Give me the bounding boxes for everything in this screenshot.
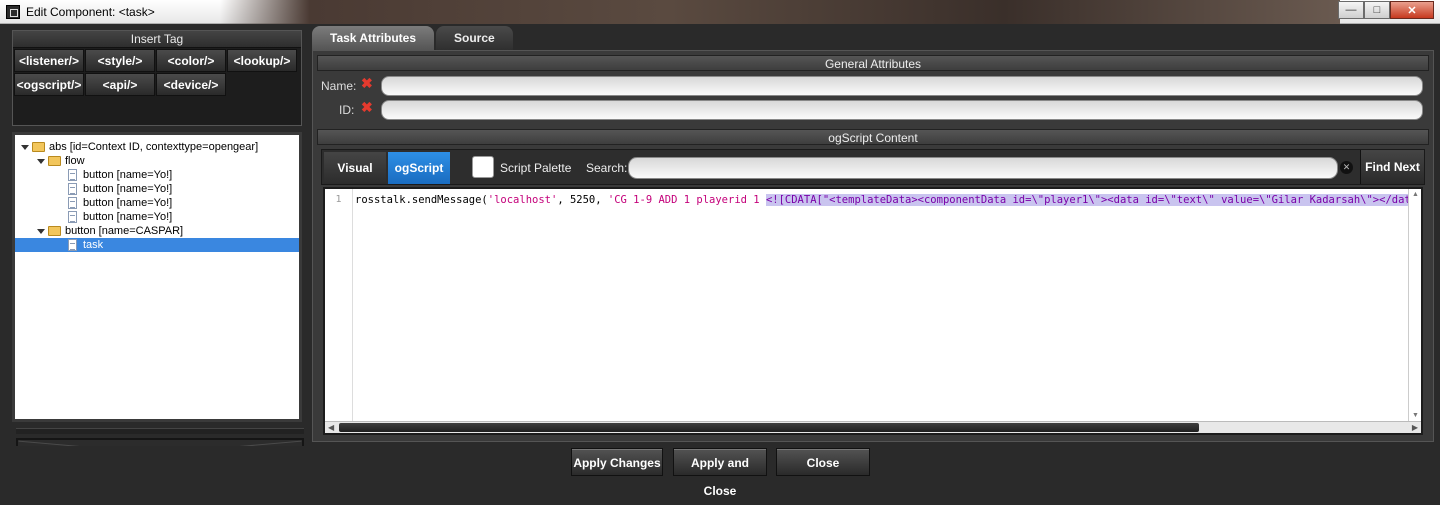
insert-device-button[interactable]: <device/> (156, 73, 226, 96)
id-label: ID: (339, 103, 355, 117)
expand-arrow-icon[interactable] (37, 229, 45, 234)
insert-api-button[interactable]: <api/> (85, 73, 155, 96)
insert-ogscript-button[interactable]: <ogscript/> (14, 73, 84, 96)
code-string: 'localhost' (487, 194, 558, 206)
id-input[interactable] (381, 100, 1423, 120)
tree-item-label: task (83, 239, 104, 251)
document-icon (68, 183, 77, 195)
insert-style-button[interactable]: <style/> (85, 49, 155, 72)
name-field-row: Name: ✖ (317, 75, 1427, 97)
title-bar-background (220, 0, 1340, 24)
search-label: Search: (586, 161, 628, 175)
left-panel: Insert Tag <listener/> <style/> <color/>… (6, 28, 304, 468)
tree-item-label: abs [id=Context ID, contexttype=opengear… (49, 141, 259, 153)
ogscript-content-header: ogScript Content (317, 129, 1429, 145)
close-button[interactable]: Close (776, 448, 870, 476)
document-icon (68, 211, 77, 223)
search-input[interactable] (628, 157, 1338, 179)
folder-icon (48, 156, 61, 166)
tag-grid: <listener/> <style/> <color/> <lookup/> … (13, 48, 301, 97)
apply-changes-button[interactable]: Apply Changes (571, 448, 663, 476)
insert-lookup-button[interactable]: <lookup/> (227, 49, 297, 72)
id-field-row: ID: ✖ (317, 99, 1427, 121)
document-icon (68, 239, 77, 251)
maximize-icon[interactable]: □ (1364, 1, 1390, 19)
window-title: Edit Component: <task> (26, 5, 155, 19)
insert-tag-header: Insert Tag (13, 31, 301, 48)
ogscript-mode-button[interactable]: ogScript (388, 152, 450, 184)
line-number: 1 (335, 194, 342, 205)
script-toolbar: Visual ogScript Script Palette Search: ✕… (321, 149, 1425, 185)
left-panel-splitter[interactable] (16, 428, 304, 434)
insert-listener-button[interactable]: <listener/> (14, 49, 84, 72)
tree-item-label: flow (65, 155, 85, 167)
scroll-left-icon[interactable]: ◀ (328, 423, 334, 432)
window-controls: — □ ✕ (1338, 1, 1434, 19)
error-x-icon: ✖ (361, 99, 373, 115)
insert-color-button[interactable]: <color/> (156, 49, 226, 72)
tree-item[interactable]: flow (15, 154, 299, 168)
scrollbar-thumb[interactable] (339, 423, 1199, 432)
document-icon (68, 169, 77, 181)
script-palette-label: Script Palette (500, 161, 572, 175)
code-text: , 5250, (557, 194, 608, 206)
tree-item[interactable]: button [name=Yo!] (15, 168, 299, 182)
code-editor[interactable]: 1 rosstalk.sendMessage('localhost', 5250… (323, 187, 1423, 435)
tree-item-label: button [name=Yo!] (83, 197, 173, 209)
dialog-button-bar: Apply Changes Apply and Close Close (0, 446, 1440, 498)
close-window-icon[interactable]: ✕ (1390, 1, 1434, 19)
tree-item-selected[interactable]: task (15, 238, 299, 252)
line-number-gutter: 1 (325, 189, 353, 421)
tab-task-attributes[interactable]: Task Attributes (312, 26, 435, 50)
expand-arrow-icon[interactable] (21, 145, 29, 150)
tree-item[interactable]: button [name=CASPAR] (15, 224, 299, 238)
vertical-scrollbar[interactable]: ▲ ▼ (1408, 189, 1421, 421)
tree-item-label: button [name=Yo!] (83, 211, 173, 223)
tab-bar: Task Attributes Source (312, 26, 515, 50)
name-label: Name: (321, 79, 357, 93)
error-x-icon: ✖ (361, 75, 373, 91)
scroll-down-icon[interactable]: ▼ (1412, 412, 1419, 419)
horizontal-scrollbar[interactable]: ◀ ▶ (325, 421, 1421, 433)
folder-icon (48, 226, 61, 236)
tree-item[interactable]: button [name=Yo!] (15, 210, 299, 224)
code-text: rosstalk.sendMessage( (355, 194, 488, 206)
minimize-icon[interactable]: — (1338, 1, 1364, 19)
scroll-right-icon[interactable]: ▶ (1412, 423, 1418, 432)
tree-item[interactable]: button [name=Yo!] (15, 196, 299, 210)
tree-item-label: button [name=CASPAR] (65, 225, 184, 237)
name-input[interactable] (381, 76, 1423, 96)
task-attributes-panel: General Attributes Name: ✖ ID: ✖ ogScrip… (312, 50, 1434, 442)
tree-item[interactable]: abs [id=Context ID, contexttype=opengear… (15, 140, 299, 154)
tree-item-label: button [name=Yo!] (83, 183, 173, 195)
tree-item-label: button [name=Yo!] (83, 169, 173, 181)
tab-source[interactable]: Source (436, 26, 513, 50)
folder-icon (32, 142, 45, 152)
clear-search-icon[interactable]: ✕ (1340, 161, 1353, 174)
expand-arrow-icon[interactable] (37, 159, 45, 164)
code-selection: <![CDATA["<templateData><componentData i… (765, 194, 1411, 206)
document-icon (68, 197, 77, 209)
scroll-up-icon[interactable]: ▲ (1412, 191, 1419, 198)
tree-item[interactable]: button [name=Yo!] (15, 182, 299, 196)
visual-mode-button[interactable]: Visual (324, 152, 386, 184)
code-line[interactable]: rosstalk.sendMessage('localhost', 5250, … (355, 193, 1411, 207)
window-title-bar: Edit Component: <task> — □ ✕ (0, 0, 1440, 24)
general-attributes-header: General Attributes (317, 55, 1429, 71)
code-string: 'CG 1-9 ADD 1 playerid 1 (607, 194, 766, 206)
insert-tag-panel: Insert Tag <listener/> <style/> <color/>… (12, 30, 302, 126)
app-icon (6, 5, 20, 19)
script-palette-checkbox[interactable] (472, 156, 494, 178)
component-tree: abs [id=Context ID, contexttype=opengear… (12, 132, 302, 422)
apply-and-close-button[interactable]: Apply and Close (673, 448, 767, 498)
find-next-button[interactable]: Find Next (1360, 150, 1424, 184)
